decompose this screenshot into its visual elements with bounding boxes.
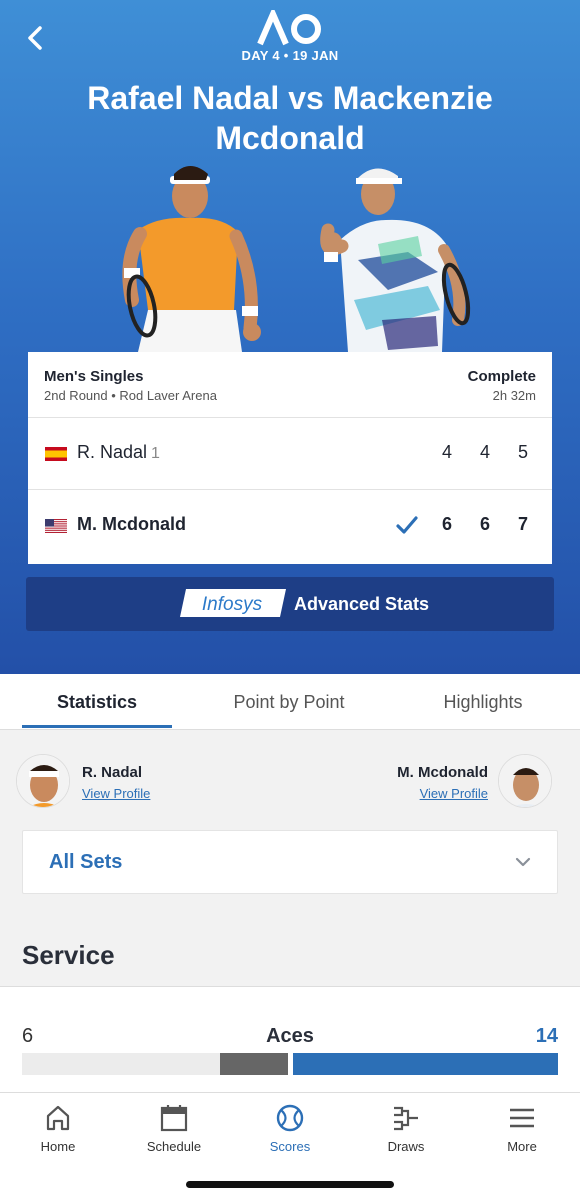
match-title: Rafael Nadal vs Mackenzie Mcdonald: [87, 80, 493, 156]
match-hero: DAY 4 • 19 JAN Rafael Nadal vs Mackenzie…: [0, 0, 580, 674]
nadal-avatar-icon: [17, 755, 69, 807]
set-score: 4: [479, 442, 490, 462]
advanced-stats-button[interactable]: Infosys Advanced Stats: [26, 577, 554, 631]
set-score: 6: [479, 514, 490, 534]
set-score: 6: [441, 514, 452, 534]
match-status: Complete: [467, 368, 536, 385]
event-name: Men's Singles: [44, 368, 144, 385]
nav-home[interactable]: Home: [0, 1103, 116, 1154]
left-player-name: R. Nadal: [82, 764, 143, 781]
usa-flag-icon: [45, 519, 67, 533]
stat-right-value: 14: [535, 1025, 558, 1047]
match-duration: 2h 32m: [492, 388, 536, 403]
scoreboard-header: Men's Singles 2nd Round • Rod Laver Aren…: [28, 352, 552, 418]
nav-scores[interactable]: Scores: [232, 1103, 348, 1154]
set-scores: 6 6 7: [414, 514, 528, 535]
nav-label: Schedule: [146, 1139, 202, 1154]
infosys-logo-icon: Infosys: [180, 589, 286, 617]
match-day-date: DAY 4 • 19 JAN: [241, 48, 339, 63]
set-score: 4: [441, 442, 452, 462]
chevron-down-icon: [515, 857, 531, 867]
mcdonald-avatar-icon: [499, 755, 551, 807]
spain-flag-icon: [45, 447, 67, 461]
player-seed: 1: [151, 445, 160, 462]
bracket-icon: [394, 1106, 418, 1131]
home-indicator: [186, 1181, 394, 1188]
nav-schedule[interactable]: Schedule: [116, 1103, 232, 1154]
right-view-profile-link[interactable]: View Profile: [420, 786, 488, 801]
scoreboard: Men's Singles 2nd Round • Rod Laver Aren…: [28, 352, 552, 564]
round-venue: 2nd Round • Rod Laver Arena: [44, 388, 217, 403]
set-filter-dropdown[interactable]: All Sets: [22, 830, 558, 894]
ao-logo-icon: [257, 10, 321, 46]
nav-draws[interactable]: Draws: [348, 1103, 464, 1154]
home-icon: [46, 1105, 70, 1131]
scoreboard-row-player1: R. Nadal 1 4 4 5: [28, 418, 552, 490]
tab-statistics[interactable]: Statistics: [22, 692, 172, 713]
nav-label: More: [507, 1139, 537, 1154]
set-score: 5: [517, 442, 528, 462]
right-player-name: M. Mcdonald: [397, 764, 488, 781]
stat-bar-left: [220, 1053, 288, 1075]
set-score: 7: [517, 514, 528, 534]
tab-point-by-point[interactable]: Point by Point: [214, 692, 364, 713]
stat-bar-right: [293, 1053, 558, 1075]
stat-name: Aces: [266, 1025, 314, 1047]
avatar[interactable]: [498, 754, 552, 808]
tennis-ball-icon: [276, 1104, 304, 1132]
nav-more[interactable]: More: [464, 1103, 580, 1154]
stats-tabs: Statistics Point by Point Highlights: [0, 674, 580, 730]
set-filter-value: All Sets: [49, 851, 123, 873]
tab-highlights[interactable]: Highlights: [408, 692, 558, 713]
nav-label: Home: [40, 1139, 76, 1154]
nav-label: Scores: [269, 1139, 311, 1154]
stat-aces: 6 Aces 14: [0, 986, 580, 1096]
player2-name: M. Mcdonald: [77, 514, 186, 534]
set-scores: 4 4 5: [414, 442, 528, 463]
advanced-stats-label: Advanced Stats: [294, 594, 430, 614]
player1-name: R. Nadal: [77, 442, 148, 462]
player-name: M. Mcdonald: [77, 514, 186, 535]
menu-icon: [510, 1108, 534, 1128]
left-view-profile-link[interactable]: View Profile: [82, 786, 150, 801]
scoreboard-row-player2: M. Mcdonald 6 6 7: [28, 490, 552, 562]
nadal-photo: [122, 166, 261, 352]
active-tab-indicator: [22, 725, 172, 728]
player-name: R. Nadal 1: [77, 442, 160, 463]
avatar[interactable]: [16, 754, 70, 808]
infosys-logo-text: Infosys: [202, 594, 263, 615]
calendar-icon: [160, 1105, 188, 1132]
nav-label: Draws: [387, 1139, 425, 1154]
player-profiles: R. Nadal View Profile M. Mcdonald View P…: [0, 740, 580, 820]
mcdonald-photo: [320, 168, 471, 352]
section-title: Service: [22, 940, 115, 970]
